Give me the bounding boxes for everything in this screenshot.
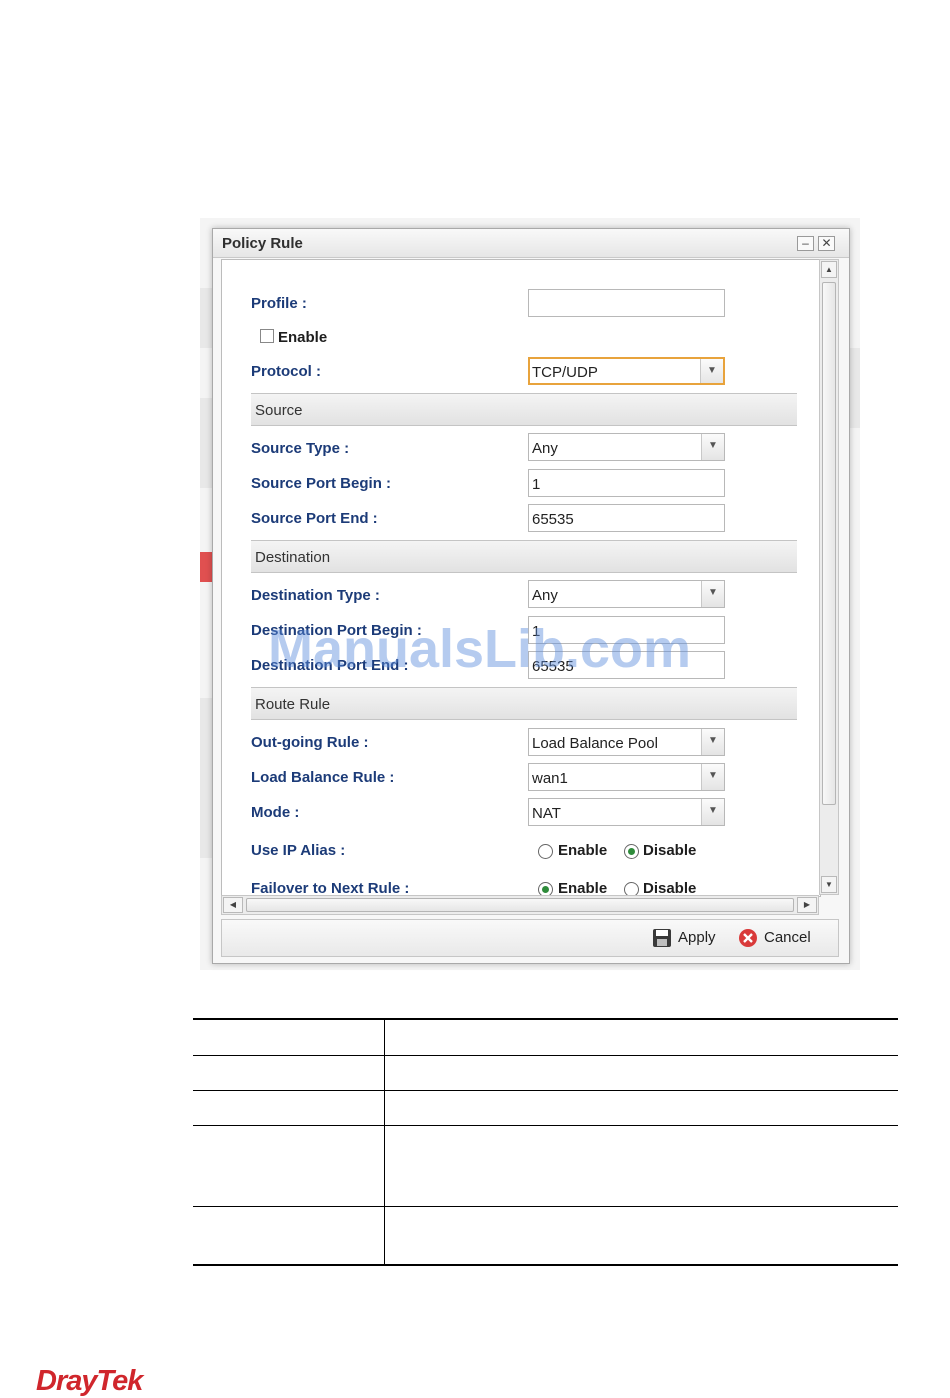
horizontal-scrollbar[interactable]: ◀ ▶ — [221, 895, 819, 915]
vertical-scrollbar[interactable]: ▲ ▼ — [819, 259, 839, 895]
policy-rule-dialog: Policy Rule – ✕ Profile : Enable Protoco… — [212, 228, 850, 964]
use-ip-alias-label: Use IP Alias : — [251, 842, 346, 859]
use-ip-alias-disable-label: Disable — [643, 842, 697, 859]
scroll-left-icon[interactable]: ◀ — [223, 897, 243, 913]
chevron-down-icon: ▼ — [701, 581, 724, 607]
use-ip-alias-enable-label: Enable — [558, 842, 608, 859]
load-balance-rule-value: wan1 — [532, 770, 568, 787]
scroll-up-icon[interactable]: ▲ — [821, 261, 837, 278]
cancel-button[interactable]: Cancel — [738, 928, 811, 948]
chevron-down-icon: ▼ — [701, 764, 724, 790]
watermark: ManualsLib.com — [268, 619, 692, 679]
horizontal-scroll-thumb[interactable] — [246, 898, 794, 912]
protocol-label: Protocol : — [251, 363, 321, 380]
source-type-value: Any — [532, 440, 558, 457]
source-type-select[interactable]: Any ▼ — [528, 433, 725, 461]
scroll-right-icon[interactable]: ▶ — [797, 897, 817, 913]
mode-value: NAT — [532, 805, 561, 822]
protocol-value: TCP/UDP — [532, 364, 598, 381]
destination-type-value: Any — [532, 587, 558, 604]
chevron-down-icon: ▼ — [700, 359, 723, 383]
table-row — [193, 1090, 898, 1126]
table-cell — [384, 1090, 898, 1126]
description-table — [193, 1018, 898, 1266]
section-source: Source — [251, 393, 797, 426]
chevron-down-icon: ▼ — [701, 729, 724, 755]
table-row — [193, 1125, 898, 1207]
profile-input[interactable] — [528, 289, 725, 317]
vertical-scroll-thumb[interactable] — [822, 282, 836, 805]
use-ip-alias-enable-radio[interactable] — [538, 844, 553, 859]
mode-label: Mode : — [251, 804, 300, 821]
table-cell — [193, 1090, 385, 1126]
enable-label: Enable — [278, 329, 328, 346]
source-port-end-label: Source Port End : — [251, 510, 378, 527]
table-cell — [384, 1055, 898, 1091]
dialog-title: Policy Rule — [222, 235, 303, 252]
outgoing-rule-select[interactable]: Load Balance Pool ▼ — [528, 728, 725, 756]
table-cell — [193, 1206, 385, 1266]
table-cell — [384, 1125, 898, 1207]
table-cell — [384, 1206, 898, 1266]
protocol-select[interactable]: TCP/UDP ▼ — [528, 357, 725, 385]
destination-type-select[interactable]: Any ▼ — [528, 580, 725, 608]
source-type-label: Source Type : — [251, 440, 350, 457]
table-cell — [193, 1018, 385, 1056]
section-route-rule: Route Rule — [251, 687, 797, 720]
table-cell — [193, 1055, 385, 1091]
load-balance-rule-select[interactable]: wan1 ▼ — [528, 763, 725, 791]
mode-select[interactable]: NAT ▼ — [528, 798, 725, 826]
table-cell — [193, 1125, 385, 1207]
dialog-content: Profile : Enable Protocol : TCP/UDP ▼ So… — [221, 259, 821, 897]
chevron-down-icon: ▼ — [701, 799, 724, 825]
table-row — [193, 1018, 898, 1056]
cancel-label: Cancel — [764, 928, 811, 946]
outgoing-rule-value: Load Balance Pool — [532, 735, 658, 752]
outgoing-rule-label: Out-going Rule : — [251, 734, 369, 751]
destination-type-label: Destination Type : — [251, 587, 380, 604]
dialog-titlebar[interactable]: Policy Rule – ✕ — [213, 229, 849, 258]
table-row — [193, 1055, 898, 1091]
profile-label: Profile : — [251, 295, 307, 312]
apply-label: Apply — [678, 928, 716, 946]
table-row — [193, 1206, 898, 1266]
enable-checkbox[interactable] — [260, 329, 274, 343]
apply-button[interactable]: Apply — [652, 928, 716, 948]
draytek-logo: DrayTek — [36, 1365, 143, 1397]
cancel-icon — [739, 929, 757, 947]
close-icon[interactable]: ✕ — [818, 236, 835, 251]
save-icon — [653, 929, 671, 947]
minimize-button[interactable]: – — [797, 236, 814, 251]
source-port-end-input[interactable]: 65535 — [528, 504, 725, 532]
chevron-down-icon: ▼ — [701, 434, 724, 460]
scroll-down-icon[interactable]: ▼ — [821, 876, 837, 893]
load-balance-rule-label: Load Balance Rule : — [251, 769, 395, 786]
use-ip-alias-disable-radio[interactable] — [624, 844, 639, 859]
dialog-footer: Apply Cancel — [221, 919, 839, 957]
source-port-begin-input[interactable]: 1 — [528, 469, 725, 497]
source-port-begin-label: Source Port Begin : — [251, 475, 392, 492]
table-cell — [384, 1018, 898, 1056]
section-destination: Destination — [251, 540, 797, 573]
